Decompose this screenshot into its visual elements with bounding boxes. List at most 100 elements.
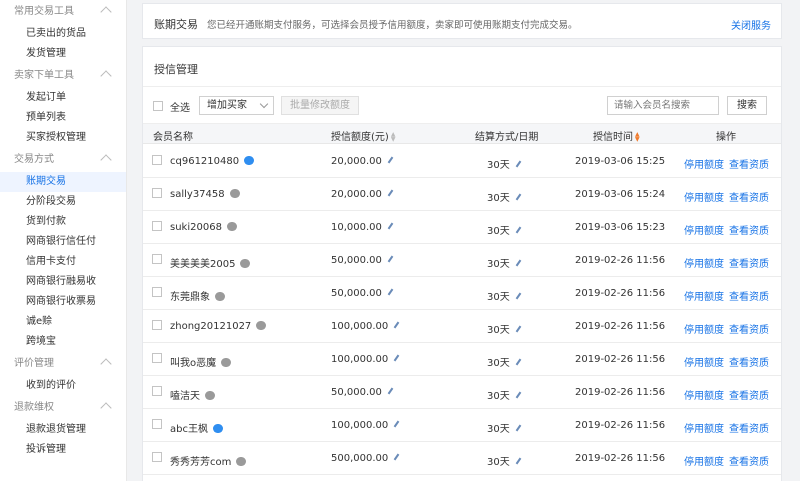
edit-pencil-icon[interactable]: [515, 358, 522, 366]
disable-credit-link[interactable]: 停用额度: [684, 453, 724, 468]
row-checkbox[interactable]: [152, 452, 162, 462]
member-name[interactable]: zhong20121027: [170, 321, 267, 332]
view-qualification-link[interactable]: 查看资质: [729, 387, 769, 402]
view-qualification-link[interactable]: 查看资质: [729, 354, 769, 369]
disable-credit-link[interactable]: 停用额度: [684, 255, 724, 270]
member-name[interactable]: 秀秀芳芳com: [170, 453, 247, 468]
row-checkbox[interactable]: [152, 320, 162, 330]
chevron-up-icon[interactable]: [100, 6, 112, 18]
edit-pencil-icon[interactable]: [515, 457, 522, 465]
sidebar-item-kuajingbao[interactable]: 跨境宝: [0, 332, 126, 352]
member-name[interactable]: suki20068: [170, 222, 237, 233]
disable-credit-link[interactable]: 停用额度: [684, 288, 724, 303]
table-row: cq961210480 20,000.00 30天 2019-03-06 15:25 停…: [143, 145, 781, 178]
toolbar: 全选 增加买家 批量修改额度 搜索: [143, 95, 781, 117]
edit-pencil-icon[interactable]: [515, 226, 522, 234]
disable-credit-link[interactable]: 停用额度: [684, 222, 724, 237]
member-search-input[interactable]: [607, 96, 719, 115]
row-checkbox[interactable]: [152, 254, 162, 264]
sidebar-group-reviews[interactable]: 评价管理: [0, 352, 126, 376]
edit-pencil-icon[interactable]: [393, 321, 400, 329]
sidebar-item-preorder-list[interactable]: 预单列表: [0, 108, 126, 128]
view-qualification-link[interactable]: 查看资质: [729, 453, 769, 468]
sidebar-item-staged-trade[interactable]: 分阶段交易: [0, 192, 126, 212]
sidebar-item-rongyishou[interactable]: 网商银行融易收: [0, 272, 126, 292]
chevron-up-icon[interactable]: [100, 70, 112, 82]
sidebar-item-trust-pay[interactable]: 网商银行信任付: [0, 232, 126, 252]
edit-pencil-icon[interactable]: [387, 288, 394, 296]
edit-pencil-icon[interactable]: [515, 193, 522, 201]
row-checkbox[interactable]: [152, 221, 162, 231]
sidebar-group-common-tools[interactable]: 常用交易工具: [0, 0, 126, 24]
member-name[interactable]: cq961210480: [170, 156, 255, 167]
sidebar-item-shipping[interactable]: 发货管理: [0, 44, 126, 64]
add-buyer-select[interactable]: 增加买家: [199, 96, 274, 115]
sidebar-item-credit-card[interactable]: 信用卡支付: [0, 252, 126, 272]
row-checkbox[interactable]: [152, 287, 162, 297]
edit-pencil-icon[interactable]: [515, 424, 522, 432]
sidebar-item-sold-goods[interactable]: 已卖出的货品: [0, 24, 126, 44]
view-qualification-link[interactable]: 查看资质: [729, 321, 769, 336]
member-name[interactable]: 嗑洁天: [170, 387, 215, 402]
row-checkbox[interactable]: [152, 419, 162, 429]
col-credit-time[interactable]: 授信时间 ▲ ▼: [593, 128, 640, 144]
member-name[interactable]: abc王枫: [170, 420, 223, 435]
disable-credit-link[interactable]: 停用额度: [684, 354, 724, 369]
row-checkbox[interactable]: [152, 386, 162, 396]
col-credit-amount[interactable]: 授信额度(元) ▲ ▼: [331, 128, 396, 144]
sidebar-item-shoupiaoyi[interactable]: 网商银行收票易: [0, 292, 126, 312]
edit-pencil-icon[interactable]: [387, 156, 394, 164]
chevron-up-icon[interactable]: [100, 358, 112, 370]
sidebar-group-seller-order-tools[interactable]: 卖家下单工具: [0, 64, 126, 88]
edit-pencil-icon[interactable]: [387, 387, 394, 395]
sort-desc-icon[interactable]: ▲ ▼: [635, 132, 640, 143]
row-checkbox[interactable]: [152, 188, 162, 198]
edit-pencil-icon[interactable]: [393, 354, 400, 362]
row-checkbox[interactable]: [152, 155, 162, 165]
edit-pencil-icon[interactable]: [515, 259, 522, 267]
sidebar-item-received-reviews[interactable]: 收到的评价: [0, 376, 126, 396]
member-name[interactable]: 叫我o恶魔: [170, 354, 232, 369]
row-checkbox[interactable]: [152, 353, 162, 363]
batch-edit-amount-button[interactable]: 批量修改额度: [281, 96, 359, 115]
select-all-checkbox[interactable]: [153, 101, 163, 111]
sidebar-item-create-order[interactable]: 发起订单: [0, 88, 126, 108]
member-name[interactable]: 东莞鼎象: [170, 288, 225, 303]
disable-credit-link[interactable]: 停用额度: [684, 387, 724, 402]
sidebar-group-refunds[interactable]: 退款维权: [0, 396, 126, 420]
sidebar-item-credit-trade[interactable]: 账期交易: [0, 172, 126, 192]
sidebar-item-complaints[interactable]: 投诉管理: [0, 440, 126, 460]
settlement-term: 30天: [487, 387, 522, 402]
disable-credit-link[interactable]: 停用额度: [684, 156, 724, 171]
view-qualification-link[interactable]: 查看资质: [729, 288, 769, 303]
edit-pencil-icon[interactable]: [387, 255, 394, 263]
view-qualification-link[interactable]: 查看资质: [729, 420, 769, 435]
search-button[interactable]: 搜索: [727, 96, 767, 115]
sidebar-item-chengeshe[interactable]: 诚e赊: [0, 312, 126, 332]
edit-pencil-icon[interactable]: [515, 325, 522, 333]
view-qualification-link[interactable]: 查看资质: [729, 189, 769, 204]
sidebar-item-refund-management[interactable]: 退款退货管理: [0, 420, 126, 440]
edit-pencil-icon[interactable]: [393, 420, 400, 428]
edit-pencil-icon[interactable]: [515, 160, 522, 168]
edit-pencil-icon[interactable]: [387, 189, 394, 197]
chevron-up-icon[interactable]: [100, 402, 112, 414]
close-service-link[interactable]: 关闭服务: [731, 17, 771, 32]
view-qualification-link[interactable]: 查看资质: [729, 255, 769, 270]
sidebar-item-cod[interactable]: 货到付款: [0, 212, 126, 232]
chevron-up-icon[interactable]: [100, 154, 112, 166]
sort-icon[interactable]: ▲ ▼: [391, 132, 396, 143]
view-qualification-link[interactable]: 查看资质: [729, 156, 769, 171]
disable-credit-link[interactable]: 停用额度: [684, 189, 724, 204]
sidebar-item-buyer-authorization[interactable]: 买家授权管理: [0, 128, 126, 148]
member-name[interactable]: sally37458: [170, 189, 240, 200]
member-name[interactable]: 美美美美2005: [170, 255, 251, 270]
disable-credit-link[interactable]: 停用额度: [684, 321, 724, 336]
edit-pencil-icon[interactable]: [515, 391, 522, 399]
edit-pencil-icon[interactable]: [387, 222, 394, 230]
edit-pencil-icon[interactable]: [393, 453, 400, 461]
edit-pencil-icon[interactable]: [515, 292, 522, 300]
disable-credit-link[interactable]: 停用额度: [684, 420, 724, 435]
sidebar-group-trade-methods[interactable]: 交易方式: [0, 148, 126, 172]
view-qualification-link[interactable]: 查看资质: [729, 222, 769, 237]
